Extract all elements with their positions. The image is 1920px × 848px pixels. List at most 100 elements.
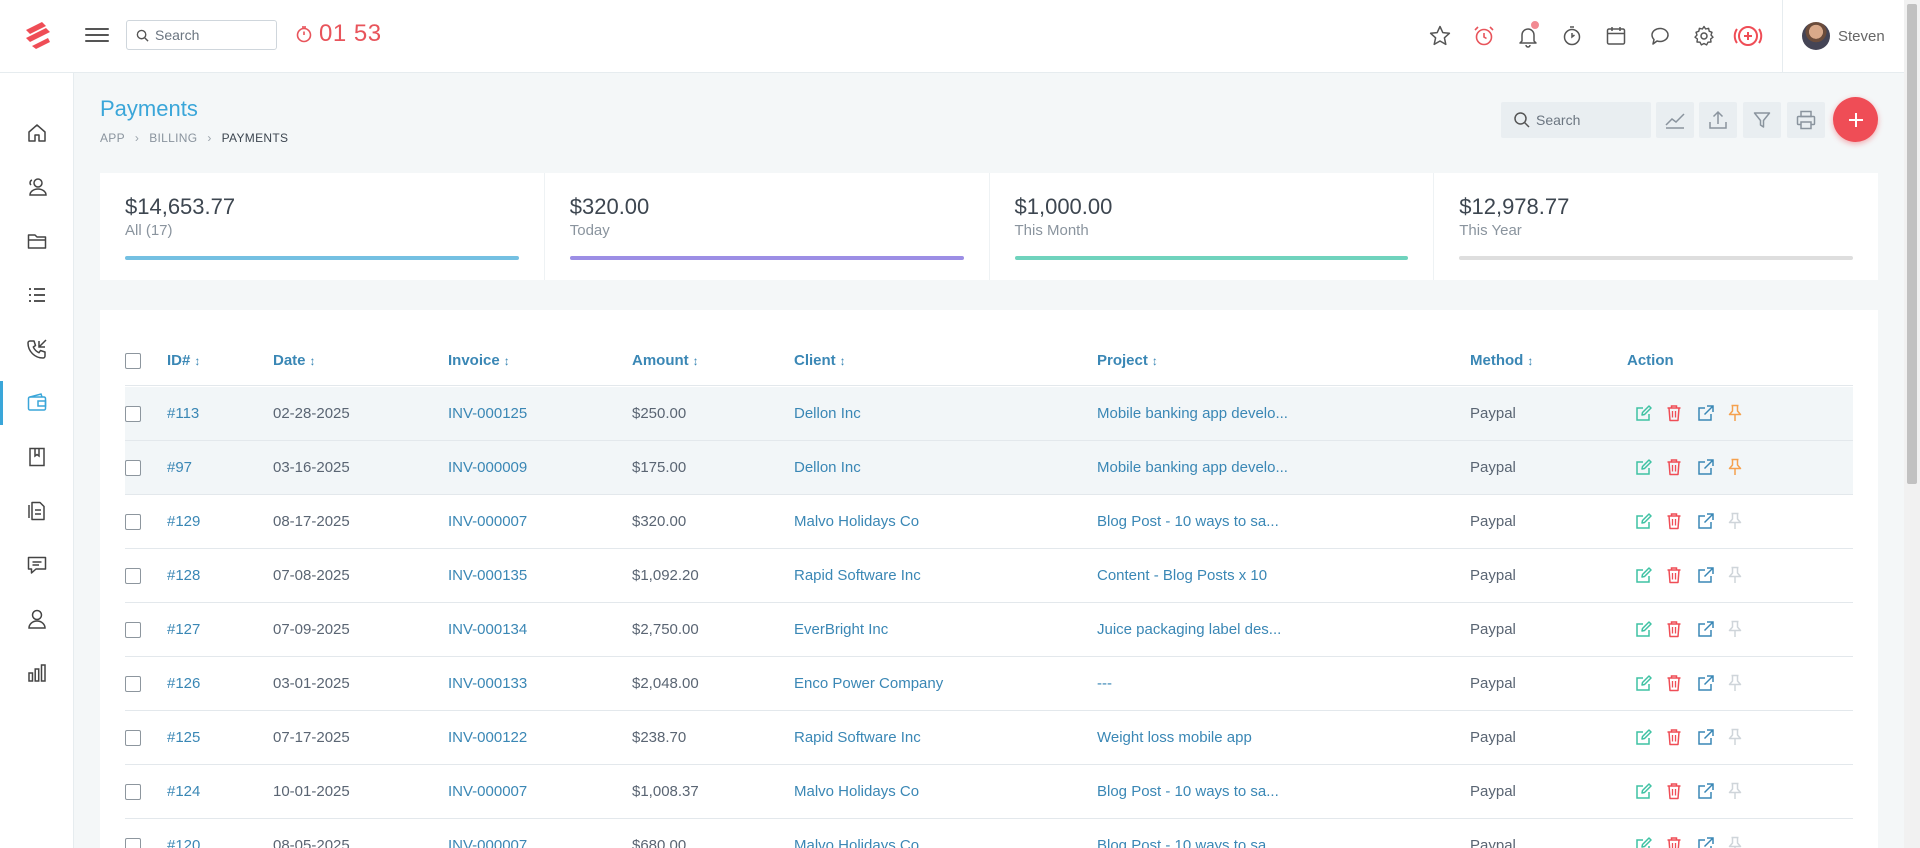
edit-button[interactable] — [1635, 456, 1666, 478]
row-checkbox[interactable] — [125, 622, 141, 638]
project-link[interactable]: Mobile banking app develo... — [1097, 459, 1288, 476]
delete-button[interactable] — [1666, 834, 1697, 848]
project-link[interactable]: Blog Post - 10 ways to sa... — [1097, 783, 1279, 800]
row-checkbox[interactable] — [125, 838, 141, 848]
delete-button[interactable] — [1666, 510, 1697, 532]
pin-button[interactable] — [1728, 564, 1759, 586]
pin-button[interactable] — [1728, 780, 1759, 802]
payment-id-link[interactable]: #127 — [167, 621, 200, 638]
client-link[interactable]: Dellon Inc — [794, 459, 861, 476]
edit-button[interactable] — [1635, 780, 1666, 802]
top-search-input[interactable]: Search — [126, 20, 277, 50]
timesheet-button[interactable] — [1550, 20, 1594, 52]
column-header-invoice[interactable]: Invoice ↕ — [448, 352, 510, 369]
column-header-project[interactable]: Project ↕ — [1097, 352, 1158, 369]
payment-id-link[interactable]: #128 — [167, 567, 200, 584]
open-button[interactable] — [1697, 402, 1728, 424]
project-link[interactable]: Blog Post - 10 ways to sa... — [1097, 513, 1279, 530]
client-link[interactable]: Enco Power Company — [794, 675, 943, 692]
invoice-link[interactable]: INV-000134 — [448, 621, 527, 638]
sidebar-item-clients[interactable] — [0, 165, 74, 209]
invoice-link[interactable]: INV-000122 — [448, 729, 527, 746]
messages-button[interactable] — [1638, 20, 1682, 52]
column-header-id[interactable]: ID# ↕ — [167, 352, 200, 369]
invoice-link[interactable]: INV-000007 — [448, 513, 527, 530]
payment-id-link[interactable]: #129 — [167, 513, 200, 530]
row-checkbox[interactable] — [125, 730, 141, 746]
app-logo-icon[interactable] — [22, 18, 56, 52]
timer[interactable]: 01 53 — [295, 20, 382, 48]
client-link[interactable]: Malvo Holidays Co — [794, 513, 919, 530]
payment-id-link[interactable]: #97 — [167, 459, 192, 476]
payment-id-link[interactable]: #126 — [167, 675, 200, 692]
sidebar-item-projects[interactable] — [0, 219, 74, 263]
project-link[interactable]: --- — [1097, 675, 1112, 692]
invoice-link[interactable]: INV-000007 — [448, 783, 527, 800]
sidebar-item-billing[interactable] — [0, 381, 74, 425]
delete-button[interactable] — [1666, 780, 1697, 802]
pin-button[interactable] — [1728, 510, 1759, 532]
pin-button[interactable] — [1728, 672, 1759, 694]
invoice-link[interactable]: INV-000125 — [448, 405, 527, 422]
breadcrumb-billing[interactable]: BILLING — [149, 131, 197, 145]
payment-id-link[interactable]: #125 — [167, 729, 200, 746]
scrollbar-thumb[interactable] — [1907, 4, 1917, 484]
menu-toggle-icon[interactable] — [85, 24, 109, 46]
scrollbar[interactable] — [1904, 0, 1920, 848]
client-link[interactable]: Malvo Holidays Co — [794, 837, 919, 848]
quick-add-button[interactable] — [1726, 20, 1770, 52]
delete-button[interactable] — [1666, 618, 1697, 640]
row-checkbox[interactable] — [125, 514, 141, 530]
sidebar-item-files[interactable] — [0, 489, 74, 533]
open-button[interactable] — [1697, 510, 1728, 532]
row-checkbox[interactable] — [125, 568, 141, 584]
delete-button[interactable] — [1666, 726, 1697, 748]
add-payment-button[interactable] — [1833, 97, 1878, 142]
notifications-button[interactable] — [1506, 20, 1550, 52]
select-all-checkbox[interactable] — [125, 353, 141, 369]
delete-button[interactable] — [1666, 672, 1697, 694]
pin-button[interactable] — [1728, 456, 1759, 478]
row-checkbox[interactable] — [125, 676, 141, 692]
project-link[interactable]: Weight loss mobile app — [1097, 729, 1252, 746]
client-link[interactable]: Rapid Software Inc — [794, 729, 921, 746]
open-button[interactable] — [1697, 780, 1728, 802]
stats-toggle-button[interactable] — [1656, 102, 1694, 138]
project-link[interactable]: Content - Blog Posts x 10 — [1097, 567, 1267, 584]
payment-id-link[interactable]: #113 — [167, 405, 199, 422]
edit-button[interactable] — [1635, 834, 1666, 848]
sidebar-item-calls[interactable] — [0, 327, 74, 371]
invoice-link[interactable]: INV-000007 — [448, 837, 527, 848]
print-button[interactable] — [1787, 102, 1825, 138]
column-header-date[interactable]: Date ↕ — [273, 352, 316, 369]
invoice-link[interactable]: INV-000133 — [448, 675, 527, 692]
sidebar-item-team[interactable] — [0, 597, 74, 641]
payments-search-input[interactable]: Search — [1501, 102, 1651, 138]
row-checkbox[interactable] — [125, 784, 141, 800]
sidebar-item-tickets[interactable] — [0, 543, 74, 587]
delete-button[interactable] — [1666, 564, 1697, 586]
delete-button[interactable] — [1666, 456, 1697, 478]
open-button[interactable] — [1697, 672, 1728, 694]
edit-button[interactable] — [1635, 510, 1666, 532]
sidebar-item-knowledgebase[interactable] — [0, 435, 74, 479]
project-link[interactable]: Blog Post - 10 ways to sa... — [1097, 837, 1279, 848]
export-button[interactable] — [1699, 102, 1737, 138]
open-button[interactable] — [1697, 726, 1728, 748]
pin-button[interactable] — [1728, 834, 1759, 848]
open-button[interactable] — [1697, 456, 1728, 478]
client-link[interactable]: Malvo Holidays Co — [794, 783, 919, 800]
pin-button[interactable] — [1728, 618, 1759, 640]
edit-button[interactable] — [1635, 402, 1666, 424]
edit-button[interactable] — [1635, 564, 1666, 586]
breadcrumb-app[interactable]: APP — [100, 131, 125, 145]
pin-button[interactable] — [1728, 726, 1759, 748]
client-link[interactable]: Dellon Inc — [794, 405, 861, 422]
sidebar-item-tasks[interactable] — [0, 273, 74, 317]
filter-button[interactable] — [1743, 102, 1781, 138]
invoice-link[interactable]: INV-000135 — [448, 567, 527, 584]
edit-button[interactable] — [1635, 618, 1666, 640]
client-link[interactable]: EverBright Inc — [794, 621, 888, 638]
settings-button[interactable] — [1682, 20, 1726, 52]
open-button[interactable] — [1697, 618, 1728, 640]
